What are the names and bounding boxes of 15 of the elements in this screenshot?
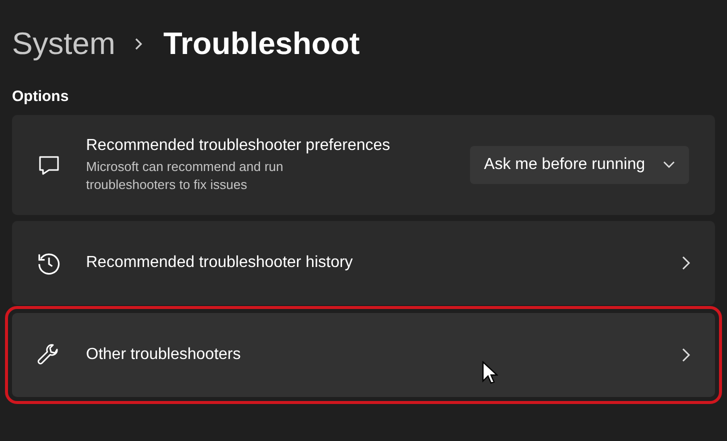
section-title: Options (12, 88, 70, 105)
dropdown[interactable]: Ask me before running (470, 146, 689, 184)
chevron-icon[interactable] (681, 348, 691, 362)
settings-card[interactable]: Recommended troubleshooter history (12, 221, 715, 305)
settings-card[interactable]: Other troubleshooters (12, 313, 715, 397)
setting-title: Recommended troubleshooter history (86, 254, 354, 272)
setting-title: Recommended troubleshooter preferences (86, 136, 392, 154)
setting-description: Microsoft can recommend and run troubleshooters to fix issues (86, 158, 284, 194)
breadcrumb-item[interactable]: Troubleshoot (163, 26, 360, 62)
mouse-cursor-icon (482, 361, 498, 385)
chevron-icon[interactable] (681, 256, 691, 270)
setting-title: Other troubleshooters (86, 346, 242, 364)
breadcrumb-item[interactable]: System (12, 26, 116, 62)
settings-card[interactable]: Recommended troubleshooter preferences Microsoft can recommend and run troubleshooters to fix issues Ask me before running (12, 115, 715, 215)
chevron-down-icon (663, 161, 675, 169)
